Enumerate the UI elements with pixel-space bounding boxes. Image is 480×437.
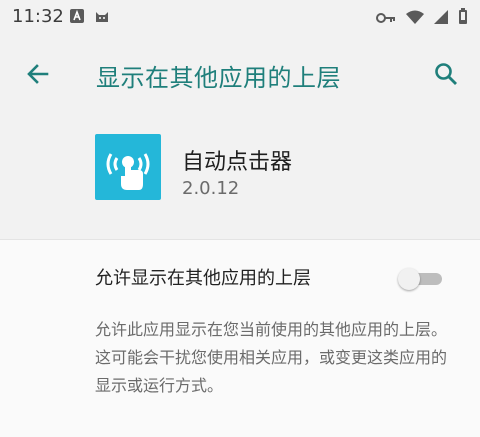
arrow-left-icon	[27, 64, 49, 84]
app-name: 自动点击器	[182, 150, 293, 175]
app-bar: 显示在其他应用的上层	[0, 34, 480, 114]
status-bar: 11:32	[0, 0, 480, 34]
signal-icon	[434, 9, 448, 28]
status-right-icons	[376, 8, 468, 28]
touch-hand-icon	[106, 153, 150, 190]
battery-icon	[458, 8, 468, 28]
app-header: 自动点击器 2.0.12	[0, 114, 480, 239]
a-letter-icon	[70, 8, 84, 27]
page-title: 显示在其他应用的上层	[96, 64, 341, 92]
search-icon	[435, 63, 457, 85]
app-version: 2.0.12	[182, 178, 240, 199]
setting-row-overlay[interactable]: 允许显示在其他应用的上层	[0, 239, 480, 318]
search-button[interactable]	[428, 56, 464, 92]
status-time: 11:32	[12, 6, 64, 27]
key-icon	[376, 9, 396, 28]
setting-label: 允许显示在其他应用的上层	[95, 268, 311, 289]
wifi-icon	[406, 9, 424, 28]
back-button[interactable]	[20, 56, 56, 92]
app-icon	[95, 134, 161, 200]
status-left-icons	[70, 8, 110, 27]
cat-icon	[94, 8, 110, 27]
overlay-toggle[interactable]	[398, 268, 446, 290]
toggle-thumb	[398, 268, 420, 290]
setting-description: 允许此应用显示在您当前使用的其他应用的上层。这可能会干扰您使用相关应用，或变更这…	[95, 320, 448, 395]
